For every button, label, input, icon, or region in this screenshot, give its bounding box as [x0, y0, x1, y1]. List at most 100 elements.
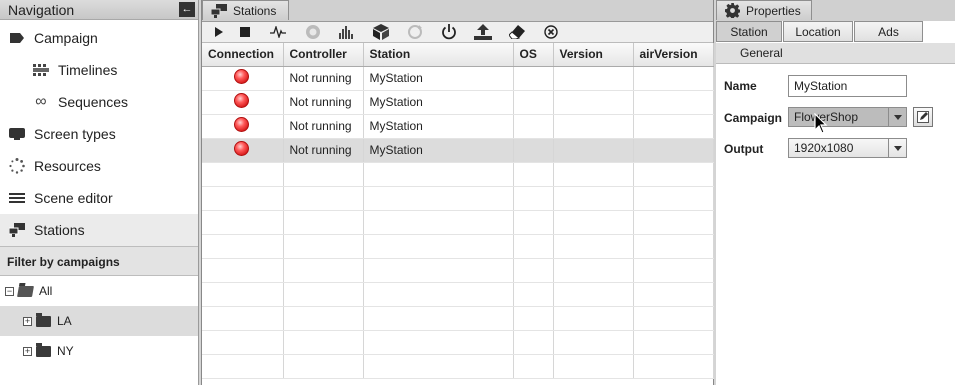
tree-node-la[interactable]: + LA: [0, 306, 198, 336]
chevron-down-icon[interactable]: [888, 108, 906, 126]
empty-row: [202, 258, 714, 283]
section-general[interactable]: General: [716, 43, 955, 64]
empty-row: [202, 330, 714, 355]
empty-row: [202, 234, 714, 259]
nav-item-label: Resources: [34, 158, 101, 174]
campaign-select[interactable]: FlowerShop: [788, 107, 907, 127]
nav-item-resources[interactable]: Resources: [0, 150, 198, 182]
table-row[interactable]: Not running MyStation: [202, 90, 714, 115]
table-row[interactable]: Not running MyStation: [202, 114, 714, 139]
nav-item-label: Scene editor: [34, 190, 113, 206]
output-select-value: 1920x1080: [794, 141, 854, 155]
controller-cell: Not running: [283, 90, 364, 115]
spinner-icon: [7, 158, 27, 174]
campaign-label: Campaign: [724, 111, 783, 125]
name-field[interactable]: MyStation: [788, 75, 907, 97]
tree-node-label: NY: [57, 344, 74, 358]
nav-item-scene-editor[interactable]: Scene editor: [0, 182, 198, 214]
nav-item-label: Timelines: [58, 62, 118, 78]
column-header-station[interactable]: Station: [363, 43, 514, 67]
tab-label: Properties: [746, 3, 801, 18]
eraser-icon[interactable]: [500, 22, 534, 42]
tree-node-label: All: [39, 284, 53, 298]
timeline-icon: [31, 64, 51, 76]
station-cell: MyStation: [363, 90, 514, 115]
tab-label: Stations: [233, 3, 277, 18]
upload-icon[interactable]: [466, 22, 500, 42]
tab-location[interactable]: Location: [783, 21, 853, 42]
tree-node-all[interactable]: − All: [0, 276, 198, 306]
controller-cell: Not running: [283, 114, 364, 139]
gear-icon: [725, 3, 740, 18]
stations-table: Connection Controller Station OS Version…: [202, 43, 714, 379]
nav-item-sequences[interactable]: ∞ Sequences: [0, 86, 198, 118]
stations-tabbar: Stations: [202, 0, 713, 21]
status-disconnected-icon: [234, 68, 249, 84]
tree-node-ny[interactable]: + NY: [0, 336, 198, 366]
nav-item-label: Stations: [34, 222, 85, 238]
table-row-selected[interactable]: Not running MyStation: [202, 138, 714, 163]
table-row[interactable]: Not running MyStation: [202, 66, 714, 91]
play-icon[interactable]: [208, 22, 230, 42]
stop-icon[interactable]: [230, 22, 260, 42]
mouse-cursor-icon: [814, 112, 828, 138]
column-header-connection[interactable]: Connection: [202, 43, 284, 67]
edit-icon: [917, 111, 929, 123]
empty-row: [202, 306, 714, 331]
expand-tree-icon[interactable]: +: [23, 346, 32, 356]
empty-row: [202, 282, 714, 307]
empty-row: [202, 210, 714, 235]
edit-campaign-button[interactable]: [913, 107, 933, 127]
pulse-icon[interactable]: [260, 22, 296, 42]
record-icon[interactable]: [296, 22, 330, 42]
folder-icon: [36, 342, 51, 357]
column-header-os[interactable]: OS: [513, 43, 554, 67]
navigation-panel: Navigation ← Campaign Timelines ∞ Sequen…: [0, 0, 199, 385]
equalizer-icon[interactable]: [330, 22, 364, 42]
stations-icon: [7, 223, 27, 237]
stations-panel: Stations Connection Controller Station O…: [201, 0, 714, 385]
empty-row: [202, 354, 714, 379]
chevron-down-icon[interactable]: [888, 139, 906, 157]
controller-cell: Not running: [283, 138, 364, 163]
scene-editor-icon: [7, 193, 27, 203]
tab-stations[interactable]: Stations: [202, 0, 289, 20]
nav-item-stations[interactable]: Stations: [0, 214, 198, 246]
status-disconnected-icon: [234, 116, 249, 132]
nav-item-campaign[interactable]: Campaign: [0, 22, 198, 54]
nav-item-timelines[interactable]: Timelines: [0, 54, 198, 86]
stations-toolbar: [202, 21, 713, 43]
table-header-row: Connection Controller Station OS Version…: [202, 43, 714, 67]
station-cell: MyStation: [363, 114, 514, 139]
infinity-icon: ∞: [35, 93, 47, 110]
output-select[interactable]: 1920x1080: [788, 138, 907, 158]
refresh-icon[interactable]: [398, 22, 432, 42]
filter-by-campaigns-header: Filter by campaigns: [0, 246, 198, 276]
expand-tree-icon[interactable]: +: [23, 316, 32, 326]
collapse-tree-icon[interactable]: −: [5, 286, 14, 296]
navigation-title: Navigation: [8, 2, 75, 18]
properties-tabbar: Properties: [716, 0, 955, 21]
stations-icon: [211, 3, 227, 18]
nav-item-label: Sequences: [58, 94, 129, 110]
station-cell: MyStation: [363, 66, 514, 91]
column-header-controller[interactable]: Controller: [283, 43, 364, 67]
nav-item-screen-types[interactable]: Screen types: [0, 118, 198, 150]
screen-icon: [7, 128, 27, 140]
tab-properties[interactable]: Properties: [716, 0, 812, 20]
collapse-arrow-icon[interactable]: ←: [179, 2, 195, 17]
cancel-icon[interactable]: [534, 22, 568, 42]
power-icon[interactable]: [432, 22, 466, 42]
tab-ads[interactable]: Ads: [854, 21, 923, 42]
status-disconnected-icon: [234, 140, 249, 156]
name-label: Name: [724, 79, 757, 93]
column-header-airversion[interactable]: airVersion: [633, 43, 714, 67]
tab-station[interactable]: Station: [716, 21, 782, 42]
properties-panel: Properties Station Location Ads General …: [716, 0, 955, 385]
package-icon[interactable]: [364, 22, 398, 42]
column-header-version[interactable]: Version: [553, 43, 634, 67]
navigation-header: Navigation ←: [0, 0, 198, 20]
station-cell: MyStation: [363, 138, 514, 163]
empty-row: [202, 162, 714, 187]
nav-item-label: Screen types: [34, 126, 116, 142]
